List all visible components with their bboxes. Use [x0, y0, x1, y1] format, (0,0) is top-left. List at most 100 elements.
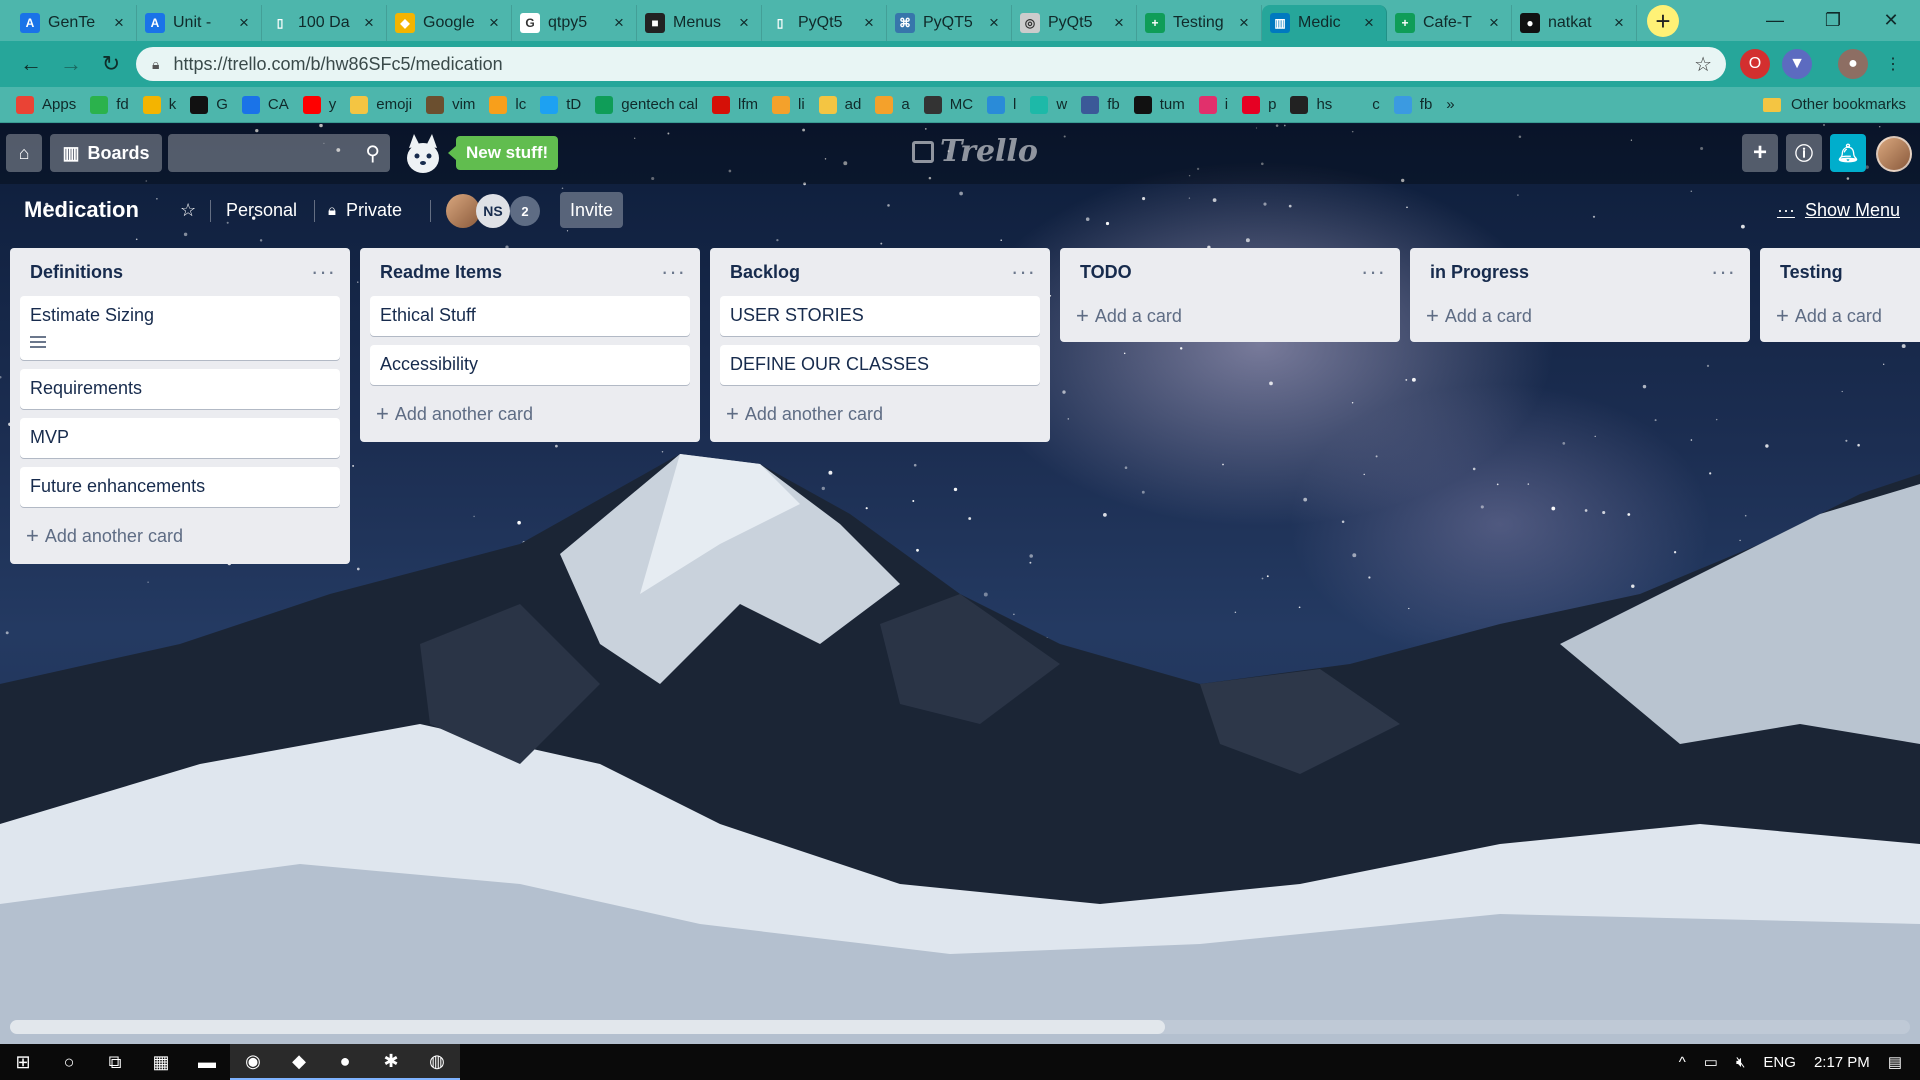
list-menu-icon[interactable]: ··· [1711, 259, 1736, 285]
close-tab-icon[interactable]: × [610, 13, 628, 33]
bookmark-item[interactable]: y [302, 95, 336, 114]
bookmark-item[interactable]: Apps [16, 95, 76, 114]
close-tab-icon[interactable]: × [235, 13, 253, 33]
list-title[interactable]: Backlog [730, 262, 800, 283]
windows-start-icon[interactable]: ⊞ [0, 1044, 46, 1080]
bookmark-item[interactable]: fb [1081, 95, 1120, 114]
language-indicator[interactable]: ENG [1763, 1054, 1796, 1071]
show-menu-button[interactable]: ··· Show Menu [1767, 192, 1910, 228]
close-tab-icon[interactable]: × [1610, 13, 1628, 33]
invite-button[interactable]: Invite [560, 192, 624, 228]
new-tab-plus-icon[interactable]: + [1647, 5, 1679, 37]
trello-card[interactable]: MVP [20, 418, 340, 458]
reload-icon[interactable]: ↻ [94, 47, 128, 81]
volume-muted-icon[interactable]: 🔇︎ [1736, 1054, 1745, 1071]
bookmark-item[interactable]: a [875, 95, 910, 114]
user-avatar[interactable] [1876, 136, 1912, 172]
close-tab-icon[interactable]: × [1235, 13, 1253, 33]
browser-tab[interactable]: ▥ Medic × [1262, 5, 1387, 41]
bookmark-item[interactable]: i [1198, 95, 1228, 114]
close-tab-icon[interactable]: × [110, 13, 128, 33]
browser-tab[interactable]: Gqtpy5 × [512, 5, 637, 41]
vpn-extension-icon[interactable]: ▼ [1782, 49, 1812, 79]
battery-icon[interactable]: ▭ [1704, 1053, 1718, 1071]
more-bookmarks-chevron-icon[interactable]: » [1446, 96, 1454, 113]
trello-card[interactable]: Future enhancements [20, 467, 340, 507]
add-card-button[interactable]: + Add a card [1420, 296, 1740, 336]
info-icon[interactable]: ⓘ [1786, 134, 1822, 172]
bookmark-item[interactable]: fd [90, 95, 129, 114]
member-count-badge[interactable]: 2 [510, 196, 540, 226]
close-tab-icon[interactable]: × [485, 13, 503, 33]
trello-list[interactable]: Readme Items ··· Ethical Stuff Accessibilit… [360, 248, 700, 442]
trello-card[interactable]: Estimate Sizing [20, 296, 340, 360]
list-title[interactable]: in Progress [1430, 262, 1529, 283]
bookmark-item[interactable]: ad [818, 95, 861, 114]
member-avatar[interactable] [446, 194, 480, 228]
trello-list[interactable]: Testing···+Add a card [1760, 248, 1920, 342]
bookmark-item[interactable]: tD [540, 95, 581, 114]
browser-tab[interactable]: ◆ Google × [387, 5, 512, 41]
list-menu-icon[interactable]: ··· [1011, 259, 1036, 285]
scrollbar-thumb[interactable] [10, 1020, 1165, 1034]
browser-tab[interactable]: ● natkat × [1512, 5, 1637, 41]
calculator-icon[interactable]: ▦ [138, 1044, 184, 1080]
browser-tab[interactable]: + Cafe-T × [1387, 5, 1512, 41]
home-icon[interactable]: ⌂ [6, 134, 42, 172]
discord-icon[interactable]: ◍ [414, 1044, 460, 1080]
star-board-icon[interactable]: ☆ [170, 192, 206, 228]
board-search-input[interactable]: ⚲ [168, 134, 390, 172]
list-menu-icon[interactable]: ··· [1361, 259, 1386, 285]
bookmark-star-icon[interactable]: ☆ [1694, 52, 1712, 77]
trello-list[interactable]: TODO ··· + Add a card [1060, 248, 1400, 342]
notifications-bell-icon[interactable]: 🔔︎ [1830, 134, 1866, 172]
add-card-button[interactable]: + Add another card [720, 394, 1040, 434]
taco-mascot-icon[interactable] [400, 132, 446, 178]
file-explorer-icon[interactable]: ▬ [184, 1044, 230, 1080]
create-plus-icon[interactable]: + [1742, 134, 1778, 172]
list-title[interactable]: TODO [1080, 262, 1132, 283]
bookmark-item[interactable]: k [142, 95, 176, 114]
close-tab-icon[interactable]: × [735, 13, 753, 33]
maximize-icon[interactable]: ❐ [1804, 0, 1862, 40]
trello-card[interactable]: DEFINE OUR CLASSES [720, 345, 1040, 385]
trello-card[interactable]: Ethical Stuff [370, 296, 690, 336]
add-card-button[interactable]: + Add another card [20, 516, 340, 556]
add-card-button[interactable]: + Add a card [1770, 296, 1920, 336]
bookmark-item[interactable]: l [987, 95, 1016, 114]
board-horizontal-scrollbar[interactable] [10, 1020, 1910, 1034]
bookmark-item[interactable]: li [772, 95, 805, 114]
boards-button[interactable]: ▥ Boards [50, 134, 162, 172]
obs-icon[interactable]: ● [322, 1044, 368, 1080]
bookmark-item[interactable]: lfm [712, 95, 758, 114]
minimize-icon[interactable]: — [1746, 0, 1804, 40]
trello-list[interactable]: in Progress ··· + Add a card [1410, 248, 1750, 342]
bookmark-item[interactable]: tum [1133, 95, 1185, 114]
list-title[interactable]: Testing [1780, 262, 1843, 283]
cortana-icon[interactable]: ○ [46, 1044, 92, 1080]
board-title[interactable]: Medication [12, 190, 151, 230]
close-tab-icon[interactable]: × [985, 13, 1003, 33]
forward-icon[interactable]: → [54, 47, 88, 81]
browser-tab[interactable]: ▯ PyQt5 × [762, 5, 887, 41]
close-tab-icon[interactable]: × [1485, 13, 1503, 33]
browser-tab[interactable]: ■ Menus × [637, 5, 762, 41]
add-card-button[interactable]: + Add another card [370, 394, 690, 434]
bookmark-item[interactable]: vim [426, 95, 475, 114]
list-menu-icon[interactable]: ··· [661, 259, 686, 285]
vscode-icon[interactable]: ◆ [276, 1044, 322, 1080]
close-tab-icon[interactable]: × [1360, 13, 1378, 33]
chrome-menu-icon[interactable]: ⋮ [1878, 49, 1908, 79]
browser-tab[interactable]: ⌘ PyQT5 × [887, 5, 1012, 41]
close-tab-icon[interactable]: × [360, 13, 378, 33]
bookmark-item[interactable]: p [1242, 95, 1276, 114]
browser-tab[interactable]: A Unit - × [137, 5, 262, 41]
chrome-icon[interactable]: ◉ [230, 1044, 276, 1080]
trello-list[interactable]: Backlog ··· USER STORIES DEFINE OUR CLASSES… [710, 248, 1050, 442]
bookmark-item[interactable]: emoji [350, 95, 412, 114]
privacy-button[interactable]: 🔒︎ Private [318, 192, 412, 228]
chevron-up-icon[interactable]: ^ [1679, 1054, 1686, 1071]
bookmark-item[interactable]: CA [241, 95, 289, 114]
profile-avatar-icon[interactable]: ● [1838, 49, 1868, 79]
bookmark-item[interactable]: gentech cal [595, 95, 698, 114]
